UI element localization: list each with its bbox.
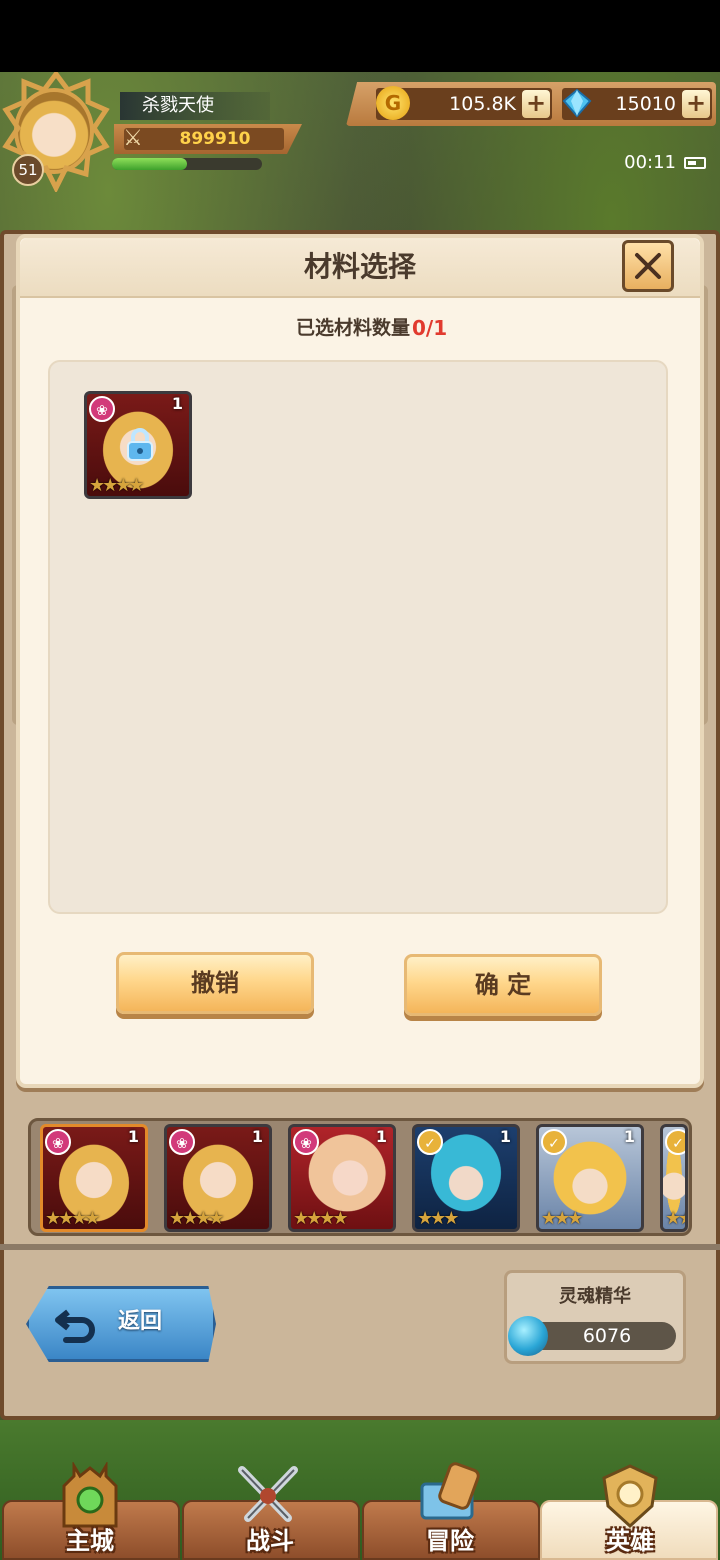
faction-badge-icon: ❀ — [293, 1129, 319, 1155]
nav-label-battle: 战斗 — [246, 1527, 294, 1555]
card-quantity: 1 — [499, 1127, 511, 1146]
confirm-button[interactable]: 确 定 — [404, 954, 602, 1016]
card-stars: ★★★★ — [45, 1208, 101, 1229]
card-stars: ★★★★ — [89, 475, 145, 496]
hero-crest-icon — [602, 1464, 658, 1529]
nav-label-adventure: 冒险 — [426, 1527, 474, 1555]
power-value: 899910 — [179, 129, 251, 149]
soul-essence-label: 灵魂精华 — [559, 1286, 631, 1307]
hero-card[interactable]: ❀ 1 ★★★★ — [40, 1124, 148, 1232]
add-gold-button[interactable]: + — [522, 90, 550, 118]
card-stars: ★★★ — [541, 1208, 583, 1229]
hero-card[interactable]: ❀ 1 ★★★★ — [288, 1124, 396, 1232]
lock-icon — [127, 428, 153, 461]
faction-badge-icon: ❀ — [169, 1129, 195, 1155]
faction-badge-icon: ❀ — [45, 1129, 71, 1155]
card-stars: ★★ — [665, 1208, 685, 1229]
cancel-button[interactable]: 撤销 — [116, 952, 314, 1014]
card-stars: ★★★ — [417, 1208, 459, 1229]
hero-card[interactable]: ✓ 1 ★★★ — [536, 1124, 644, 1232]
selected-count-value: 0/1 — [412, 316, 448, 340]
hero-card[interactable]: ✓ 1 ★★★ — [412, 1124, 520, 1232]
exp-bar-fill — [112, 158, 187, 170]
nav-label-main-city: 主城 — [66, 1527, 114, 1555]
gem-value: 15010 — [615, 93, 676, 115]
add-gem-button[interactable]: + — [682, 90, 710, 118]
gold-value: 105.8K — [449, 93, 516, 115]
crossed-swords-icon — [238, 1466, 298, 1522]
crossed-swords-icon: ⚔ — [123, 126, 143, 151]
card-quantity: 1 — [251, 1127, 263, 1146]
dialog-title: 材料选择 — [303, 250, 416, 283]
card-quantity: 1 — [127, 1127, 139, 1146]
divider — [0, 1244, 720, 1250]
player-name: 杀戮天使 — [120, 92, 270, 120]
card-quantity: 1 — [171, 394, 183, 413]
hero-card[interactable]: ✓ ★★ — [660, 1124, 688, 1232]
card-stars: ★★★★ — [293, 1208, 349, 1229]
back-label: 返回 — [117, 1309, 162, 1334]
hero-card[interactable]: ❀ 1 ★★★★ — [164, 1124, 272, 1232]
card-stars: ★★★★ — [169, 1208, 225, 1229]
selected-count-label: 已选材料数量 — [295, 317, 410, 339]
gold-coin-icon: G — [376, 86, 410, 120]
player-level-badge: 51 — [12, 154, 44, 186]
faction-badge-icon: ❀ — [89, 396, 115, 422]
clock: 00:11 — [624, 152, 676, 173]
back-arrow-icon — [55, 1309, 95, 1343]
soul-orb-icon — [508, 1316, 548, 1356]
battery-icon — [684, 157, 706, 169]
card-quantity: 1 — [375, 1127, 387, 1146]
diamond-icon — [562, 88, 592, 118]
nav-label-heroes: 英雄 — [606, 1527, 654, 1555]
castle-icon — [62, 1462, 118, 1528]
soul-essence-value: 6076 — [582, 1325, 632, 1347]
scroll-map-icon — [420, 1462, 480, 1520]
material-card[interactable]: ❀ 1 ★★★★ — [84, 391, 192, 499]
close-button[interactable] — [622, 240, 674, 292]
faction-badge-icon: ✓ — [417, 1129, 443, 1155]
card-quantity: 1 — [623, 1127, 635, 1146]
faction-badge-icon: ✓ — [665, 1129, 685, 1155]
faction-badge-icon: ✓ — [541, 1129, 567, 1155]
close-icon — [635, 253, 661, 279]
